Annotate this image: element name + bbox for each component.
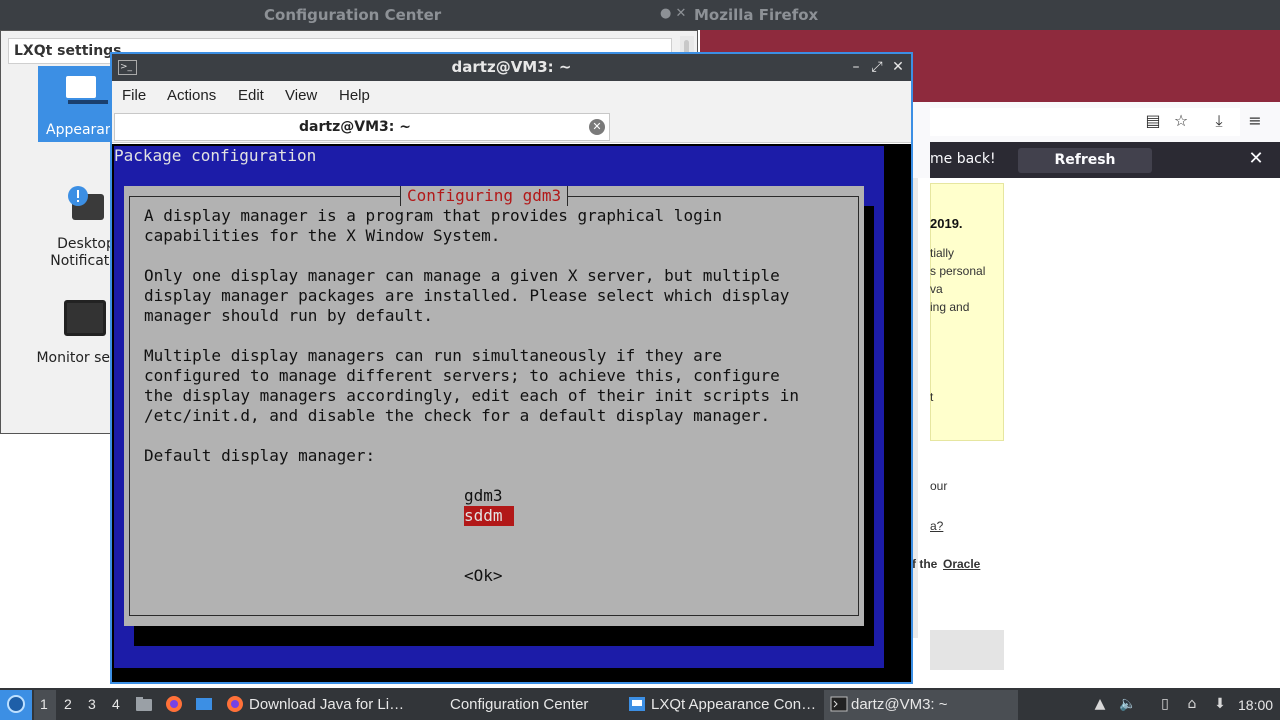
tray-up-arrow-icon[interactable]: ▲ [1091, 695, 1109, 713]
dialog-text-line: the display managers accordingly, edit e… [144, 386, 800, 405]
lxqt-logo-icon [7, 695, 25, 713]
volume-icon[interactable]: 🔈 [1119, 695, 1137, 713]
desktop-3-button[interactable]: 3 [88, 696, 96, 712]
clock[interactable]: 18:00 [1238, 690, 1273, 720]
option-sddm-selected[interactable]: sddm [464, 506, 514, 526]
dialog-text-line: /etc/init.d, and disable the check for a… [144, 406, 771, 425]
terminal-tab[interactable]: dartz@VM3: ~ ✕ [114, 113, 610, 141]
reader-view-icon[interactable]: ▤ [1144, 112, 1162, 130]
dialog-text-line: capabilities for the X Window System. [144, 226, 501, 245]
dialog-text-line: Only one display manager can manage a gi… [144, 266, 780, 285]
notification-icon[interactable] [66, 186, 106, 222]
network-icon[interactable]: ⌂ [1183, 695, 1201, 713]
page-link[interactable]: a? [930, 519, 943, 533]
minimize-icon[interactable]: – [848, 58, 864, 76]
refresh-firefox-button[interactable]: Refresh Firefox… [1018, 148, 1152, 193]
menu-edit[interactable]: Edit [238, 87, 264, 104]
config-center-title: Configuration Center [264, 6, 442, 24]
firefox-launcher-icon[interactable] [165, 695, 183, 713]
package-config-title: Package configuration [114, 146, 317, 165]
config-center-titlebar[interactable]: Configuration Center [0, 0, 700, 30]
file-manager-icon[interactable] [135, 695, 153, 713]
dialog-text-line: configured to manage different servers; … [144, 366, 780, 385]
oracle-link[interactable]: Oracle [943, 557, 980, 571]
config-item-label: Appearan [46, 122, 114, 138]
terminal-tabbar: dartz@VM3: ~ ✕ [112, 111, 911, 143]
page-text-fragment: t [930, 390, 934, 404]
dialog-prompt: Default display manager: [144, 446, 376, 465]
desktop-1-button[interactable]: 1 [40, 696, 48, 712]
download-icon[interactable]: ⤓ [1210, 112, 1228, 130]
maximize-icon[interactable]: ⤢ [869, 58, 885, 76]
task-lxqt-appearance[interactable]: LXQt Appearance Con… [651, 690, 821, 720]
appearance-icon-bar [68, 100, 108, 104]
terminal-menubar: File Actions Edit View Help [112, 81, 911, 111]
dialog-title: Configuring gdm3 [400, 186, 569, 206]
page-text-fragment: our [930, 479, 948, 493]
menu-actions[interactable]: Actions [167, 87, 216, 104]
terminal-titlebar[interactable]: >_ dartz@VM3: ~ – ⤢ ✕ [112, 54, 911, 81]
ok-button[interactable]: <Ok> [464, 566, 503, 586]
desktop-4-button[interactable]: 4 [112, 696, 120, 712]
dialog-text-line: display manager packages are installed. … [144, 286, 790, 305]
page-text-fragment: ing and [930, 300, 970, 314]
menu-help[interactable]: Help [339, 87, 370, 104]
show-desktop-icon[interactable] [195, 695, 213, 713]
clipboard-icon[interactable]: ▯ [1156, 695, 1174, 713]
appearance-icon [66, 76, 96, 98]
task-firefox[interactable]: Download Java for Li… [249, 690, 414, 720]
menu-file[interactable]: File [122, 87, 146, 104]
close-icon[interactable]: ✕ [1246, 148, 1266, 170]
dialog-text-line: A display manager is a program that prov… [144, 206, 722, 225]
desktop-2-button[interactable]: 2 [64, 696, 72, 712]
bookmark-star-icon[interactable]: ☆ [1172, 112, 1190, 130]
start-menu-button[interactable] [0, 690, 32, 720]
terminal-icon [830, 696, 848, 712]
option-gdm3[interactable]: gdm3 [464, 486, 503, 506]
appearance-icon [629, 697, 645, 711]
task-configuration-center[interactable]: Configuration Center [450, 690, 610, 720]
url-bar[interactable] [930, 108, 1240, 136]
task-terminal-label[interactable]: dartz@VM3: ~ [851, 690, 991, 720]
monitor-icon[interactable] [64, 300, 106, 336]
terminal-tab-label: dartz@VM3: ~ [299, 119, 411, 135]
menu-view[interactable]: View [285, 87, 317, 104]
notice-text: me back! [930, 151, 996, 167]
tab-close-icon[interactable]: ✕ [589, 119, 605, 135]
update-icon[interactable]: ⬇ [1211, 695, 1229, 713]
close-icon[interactable]: ✕ [890, 58, 906, 76]
page-text-fragment: s personal [930, 264, 986, 278]
firefox-icon [227, 696, 243, 712]
dialog-text-line: Multiple display managers can run simult… [144, 346, 722, 365]
window-controls-icon[interactable]: ● ✕ [660, 6, 686, 21]
page-text-fragment: f the [912, 557, 938, 571]
config-center-search-label: LXQt settings [14, 43, 122, 59]
page-gray-box [930, 630, 1004, 670]
firefox-titlebar[interactable]: ● ✕ Mozilla Firefox [660, 0, 1280, 30]
config-item-appearance[interactable]: Appearan [38, 66, 120, 142]
firefox-title: Mozilla Firefox [694, 6, 819, 24]
page-text-fragment: tially [930, 246, 955, 260]
terminal-title: dartz@VM3: ~ [451, 58, 572, 76]
page-year-text: 2019. [930, 216, 963, 231]
menu-icon[interactable]: ≡ [1246, 112, 1264, 130]
page-text-fragment: va [930, 282, 943, 296]
dialog-text-line: manager should run by default. [144, 306, 433, 325]
